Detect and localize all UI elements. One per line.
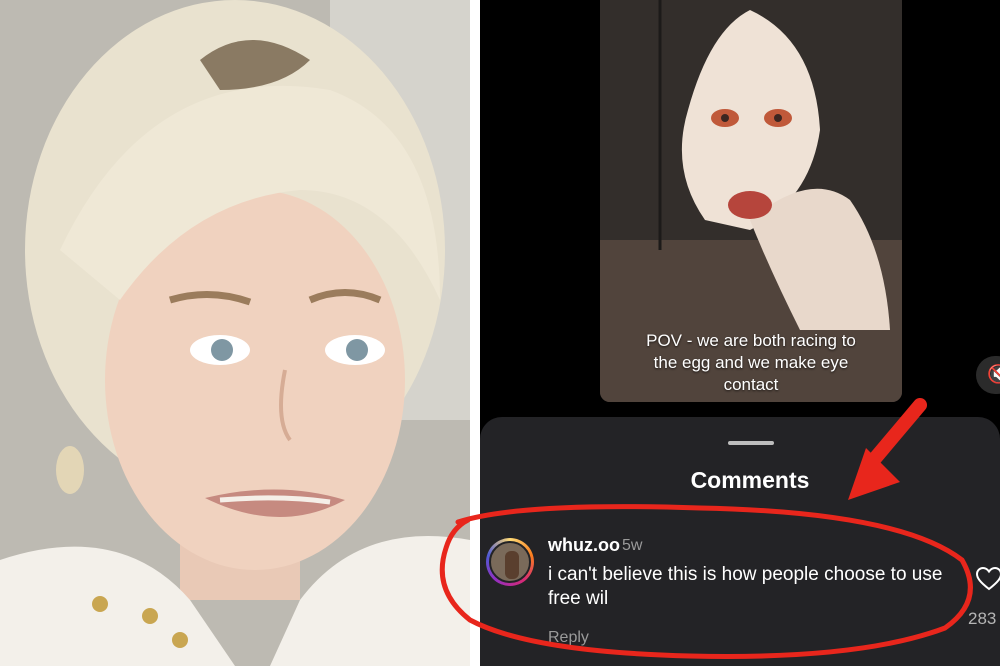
like-count: 283	[968, 609, 997, 628]
comment-username[interactable]: whuz.oo	[548, 535, 620, 556]
mute-button[interactable]: 🔇	[976, 356, 1000, 394]
video-thumbnail[interactable]: POV - we are both racing to the egg and …	[600, 0, 902, 402]
comments-sheet: Comments whuz.oo 5w i can't believe this…	[480, 417, 1000, 666]
reaction-photo	[0, 0, 470, 666]
reaction-photo-illustration	[0, 0, 470, 666]
sheet-drag-handle[interactable]	[728, 441, 774, 445]
phone-screenshot: POV - we are both racing to the egg and …	[480, 0, 1000, 666]
comment-timestamp: 5w	[622, 537, 643, 554]
reply-button[interactable]: Reply	[548, 629, 589, 647]
avatar[interactable]	[486, 538, 534, 586]
video-caption: POV - we are both racing to the egg and …	[646, 331, 856, 394]
speaker-muted-icon: 🔇	[987, 364, 1000, 384]
heart-outline-icon[interactable]	[976, 567, 1000, 591]
comment-text: i can't believe this is how people choos…	[548, 564, 943, 609]
comments-title: Comments	[690, 467, 810, 493]
avatar-image	[489, 541, 531, 583]
panel-divider	[470, 0, 480, 666]
